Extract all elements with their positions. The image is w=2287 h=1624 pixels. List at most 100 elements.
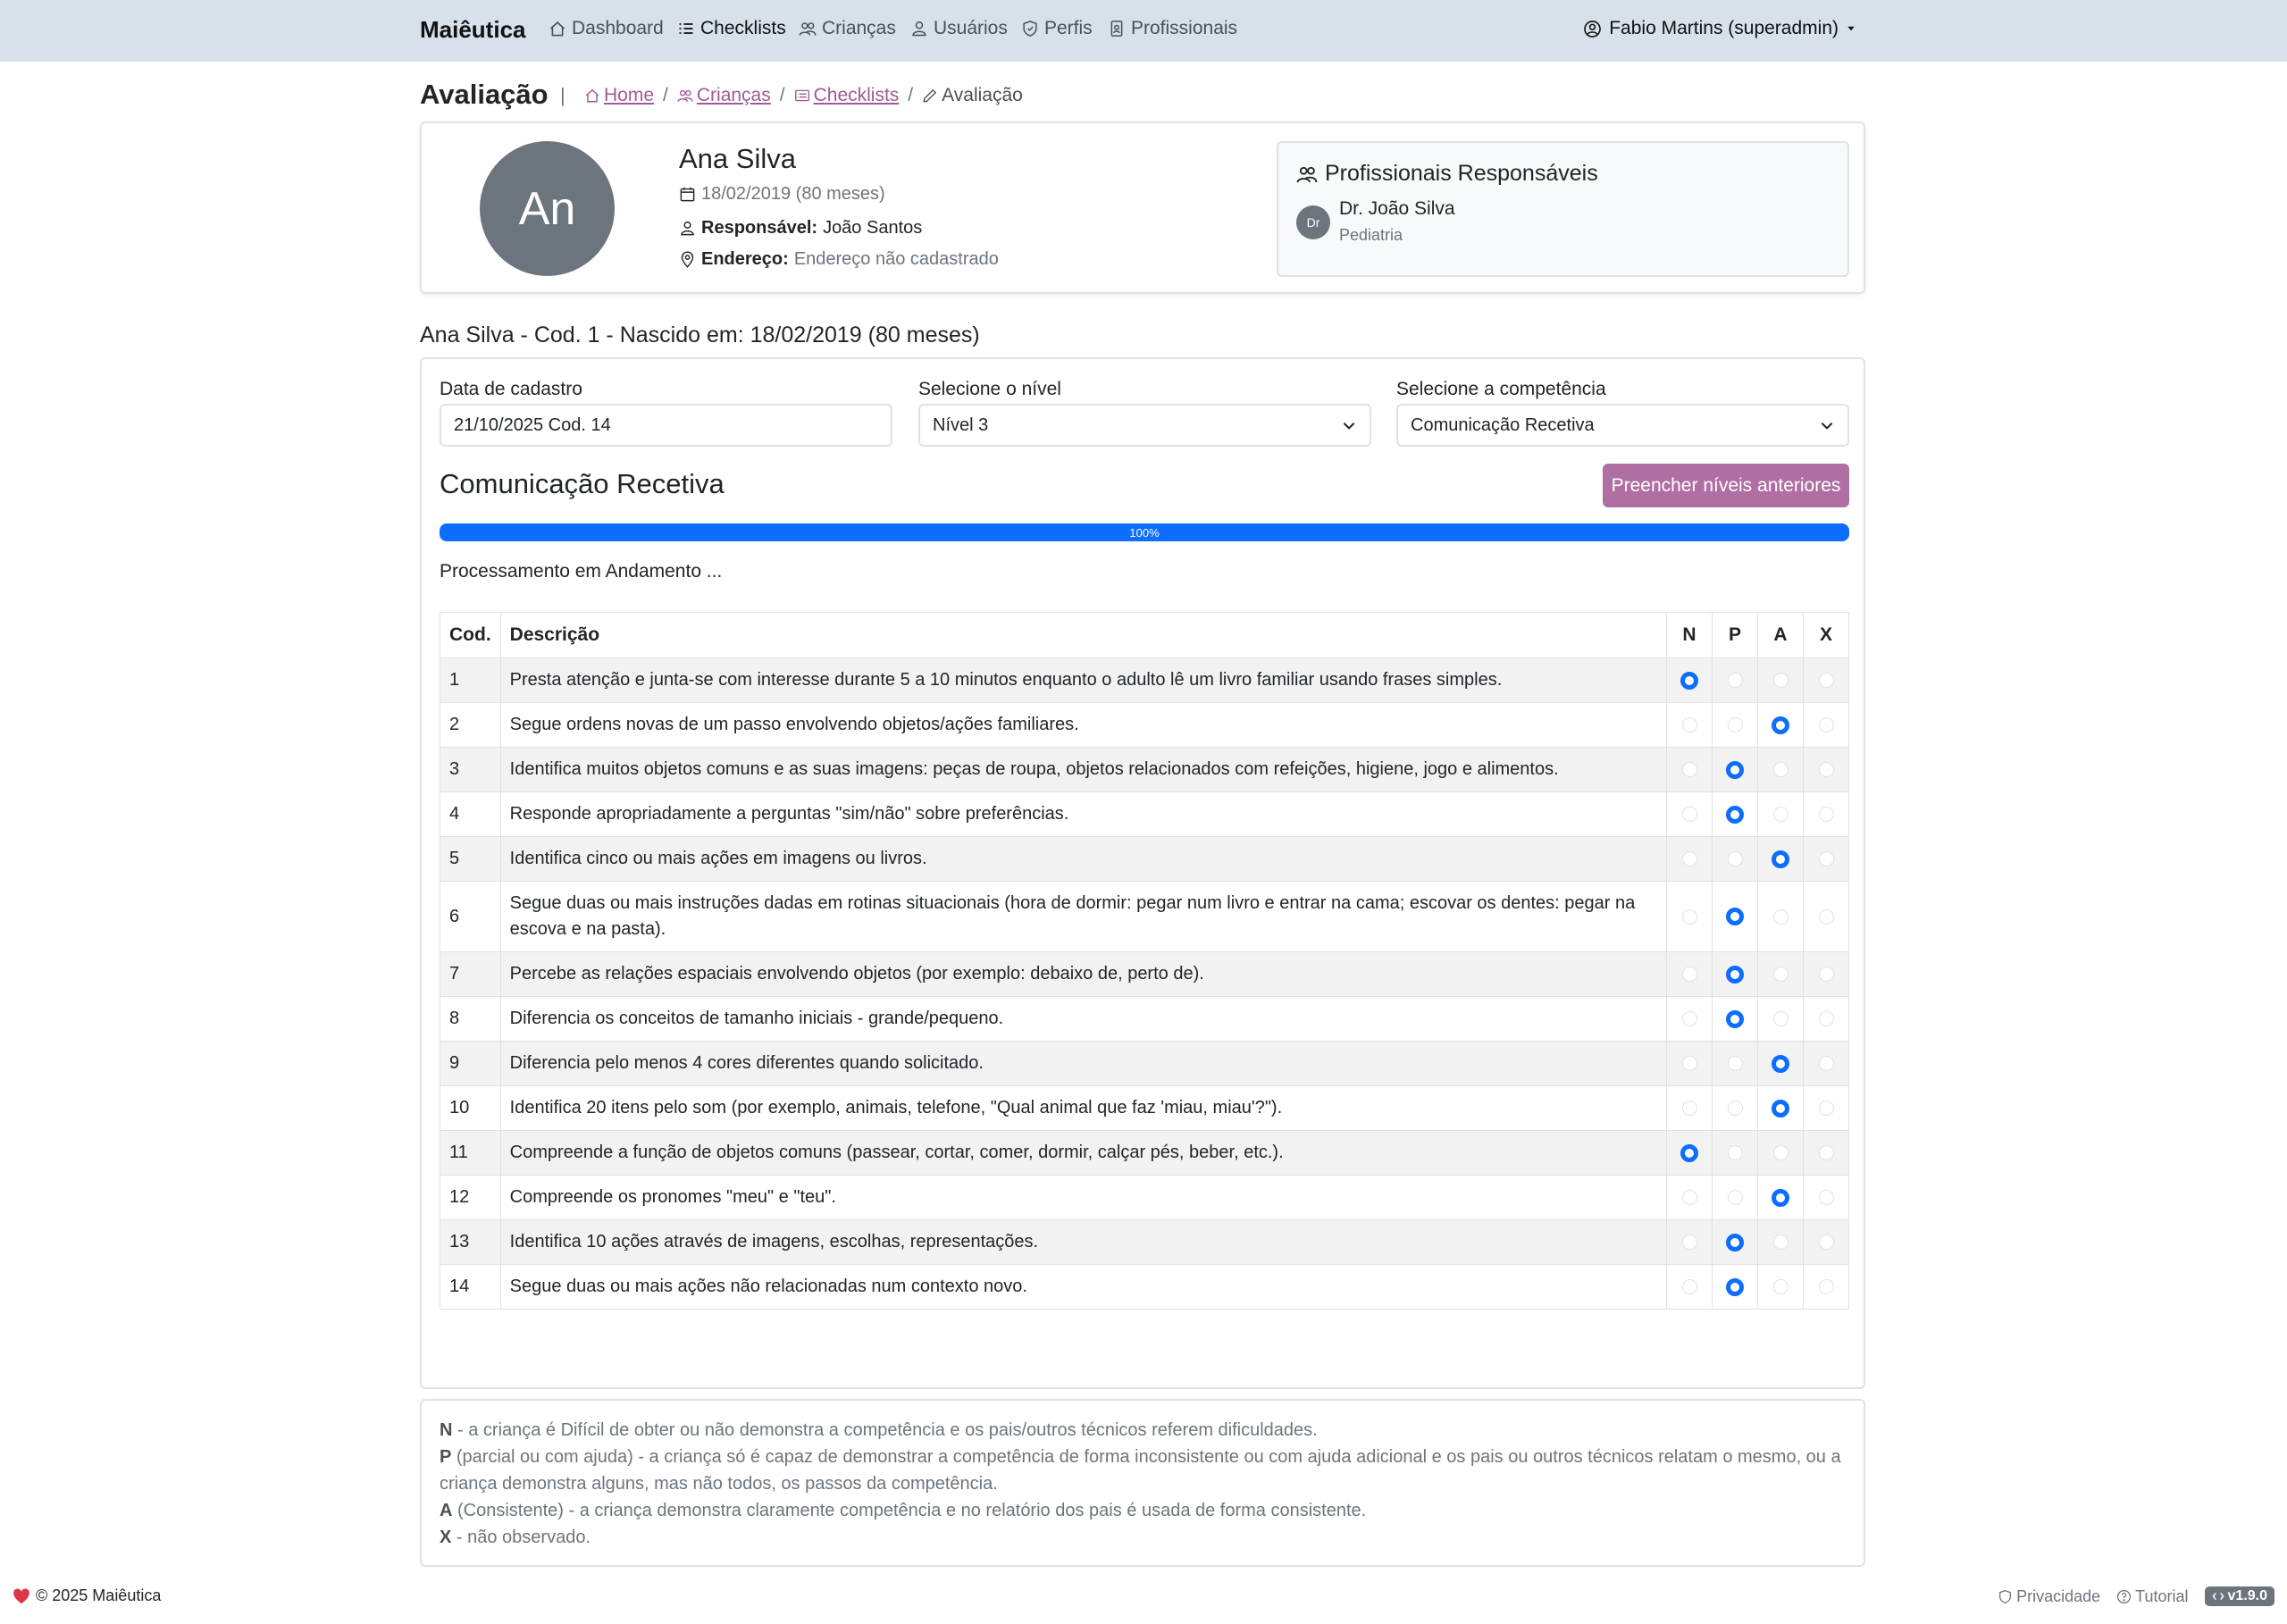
competence-select-value: Comunicação Recetiva <box>1411 414 1595 435</box>
radio-a[interactable] <box>1772 1279 1789 1295</box>
professionals-title: Profissionais Responsáveis <box>1296 161 1598 187</box>
radio-p[interactable] <box>1726 908 1744 926</box>
fill-previous-levels-button[interactable]: Preencher níveis anteriores <box>1603 464 1849 507</box>
radio-x[interactable] <box>1818 1190 1834 1206</box>
radio-a[interactable] <box>1772 967 1789 983</box>
radio-p[interactable] <box>1727 673 1743 689</box>
radio-x[interactable] <box>1818 673 1834 689</box>
brand-logo[interactable]: Maiêutica <box>420 16 526 44</box>
legend-item: P (parcial ou com ajuda) - a criança só … <box>440 1444 1849 1497</box>
radio-n[interactable] <box>1681 717 1697 733</box>
radio-n[interactable] <box>1681 908 1697 925</box>
radio-n[interactable] <box>1681 1190 1697 1206</box>
radio-x[interactable] <box>1818 762 1834 778</box>
radio-x[interactable] <box>1818 851 1834 867</box>
radio-x[interactable] <box>1818 1279 1834 1295</box>
cell-x <box>1803 702 1849 748</box>
card-list-icon <box>794 89 809 102</box>
breadcrumb-current-label: Avaliação <box>942 85 1023 105</box>
cell-x <box>1803 951 1849 997</box>
breadcrumb-current: Avaliação <box>922 85 1023 106</box>
radio-p[interactable] <box>1726 965 1744 984</box>
radio-p[interactable] <box>1727 851 1743 867</box>
chevron-down-icon <box>1821 423 1833 430</box>
radio-p[interactable] <box>1727 717 1743 733</box>
radio-x[interactable] <box>1818 807 1834 823</box>
nav-profissionais[interactable]: Profissionais <box>1108 18 1237 39</box>
radio-n[interactable] <box>1681 1011 1697 1027</box>
breadcrumb-home[interactable]: Home <box>584 85 654 106</box>
radio-n[interactable] <box>1681 967 1697 983</box>
radio-a[interactable] <box>1772 1054 1789 1073</box>
radio-a[interactable] <box>1772 762 1789 778</box>
list-check-icon <box>679 23 693 34</box>
child-responsible-value: João Santos <box>823 218 923 238</box>
radio-x[interactable] <box>1818 1056 1834 1072</box>
row-description: Segue duas ou mais ações não relacionada… <box>499 1264 1668 1310</box>
radio-x[interactable] <box>1818 908 1834 925</box>
radio-x[interactable] <box>1818 967 1834 983</box>
row-cod: 9 <box>440 1041 501 1086</box>
radio-p[interactable] <box>1727 1056 1743 1072</box>
radio-p[interactable] <box>1727 1190 1743 1206</box>
radio-n[interactable] <box>1681 851 1697 867</box>
nav-checklists[interactable]: Checklists <box>677 18 786 39</box>
radio-n[interactable] <box>1680 671 1698 690</box>
row-description: Percebe as relações espaciais envolvendo… <box>499 951 1668 997</box>
radio-n[interactable] <box>1681 762 1697 778</box>
radio-p[interactable] <box>1726 1233 1744 1251</box>
cell-a <box>1757 836 1804 882</box>
child-address-label: Endereço: <box>701 249 789 269</box>
radio-p[interactable] <box>1727 1101 1743 1117</box>
checklist-table: Cod. Descrição N P A X 1 Presta atenção e… <box>440 612 1849 1310</box>
nav-usuarios[interactable]: Usuários <box>910 18 1008 39</box>
radio-a[interactable] <box>1772 908 1789 925</box>
radio-p[interactable] <box>1726 1009 1744 1028</box>
nav-dashboard[interactable]: Dashboard <box>549 18 664 39</box>
competence-select[interactable]: Comunicação Recetiva <box>1396 404 1849 447</box>
user-menu-dropdown[interactable]: Fabio Martins (superadmin) <box>1583 18 1856 39</box>
radio-p[interactable] <box>1726 760 1744 779</box>
radio-n[interactable] <box>1680 1143 1698 1162</box>
radio-n[interactable] <box>1681 1235 1697 1251</box>
breadcrumb-checklists[interactable]: Checklists <box>794 85 899 106</box>
cell-p <box>1712 1219 1758 1265</box>
nav-criancas[interactable]: Crianças <box>799 18 896 39</box>
radio-x[interactable] <box>1818 1011 1834 1027</box>
radio-n[interactable] <box>1681 1056 1697 1072</box>
radio-a[interactable] <box>1772 1145 1789 1161</box>
legend-description: - a criança é Difícil de obter ou não de… <box>452 1420 1318 1440</box>
radio-a[interactable] <box>1772 1188 1789 1207</box>
row-cod: 3 <box>440 747 501 792</box>
radio-a[interactable] <box>1772 850 1789 868</box>
radio-p[interactable] <box>1726 1277 1744 1296</box>
radio-p[interactable] <box>1726 805 1744 824</box>
privacy-link[interactable]: Privacidade <box>1998 1587 2100 1606</box>
cell-x <box>1803 1219 1849 1265</box>
nav-perfis[interactable]: Perfis <box>1021 18 1093 39</box>
row-cod: 8 <box>440 996 501 1042</box>
cell-n <box>1666 1219 1713 1265</box>
radio-n[interactable] <box>1681 1279 1697 1295</box>
radio-a[interactable] <box>1772 673 1789 689</box>
date-field[interactable]: 21/10/2025 Cod. 14 <box>440 404 892 447</box>
radio-x[interactable] <box>1818 1145 1834 1161</box>
radio-x[interactable] <box>1818 1235 1834 1251</box>
tutorial-link[interactable]: Tutorial <box>2116 1587 2189 1606</box>
radio-n[interactable] <box>1681 807 1697 823</box>
radio-a[interactable] <box>1772 1099 1789 1118</box>
table-row: 8 Diferencia os conceitos de tamanho inic… <box>440 996 1849 1042</box>
cell-p <box>1712 1085 1758 1131</box>
nav-profissionais-label: Profissionais <box>1131 18 1238 38</box>
radio-x[interactable] <box>1818 1101 1834 1117</box>
radio-a[interactable] <box>1772 1011 1789 1027</box>
radio-a[interactable] <box>1772 1235 1789 1251</box>
radio-a[interactable] <box>1772 807 1789 823</box>
radio-x[interactable] <box>1818 717 1834 733</box>
radio-p[interactable] <box>1727 1145 1743 1161</box>
breadcrumb-criancas[interactable]: Crianças <box>677 85 771 106</box>
radio-n[interactable] <box>1681 1101 1697 1117</box>
page-title: Avaliação <box>420 79 549 110</box>
level-select[interactable]: Nível 3 <box>918 404 1371 447</box>
radio-a[interactable] <box>1772 716 1789 734</box>
